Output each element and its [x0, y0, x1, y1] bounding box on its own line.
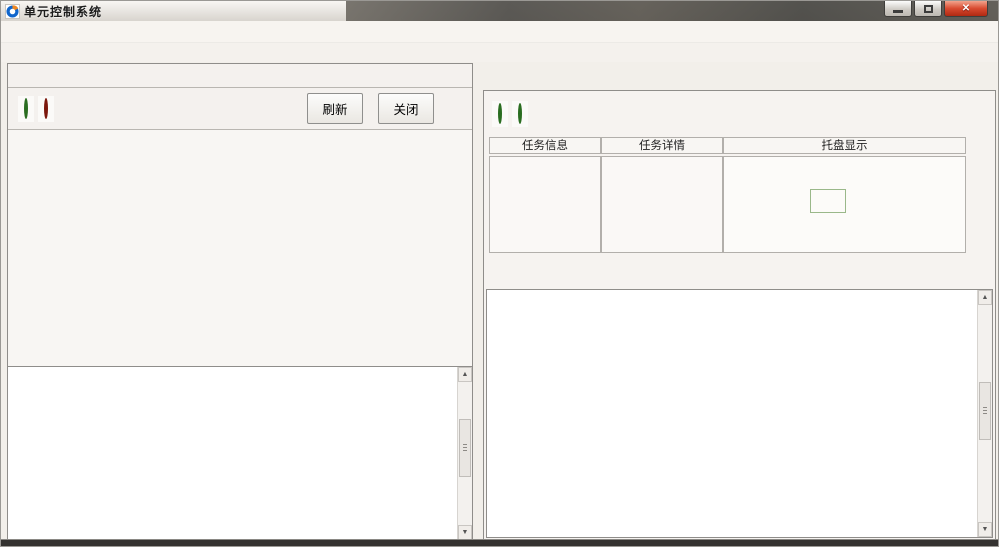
machine-led-card-2: [512, 101, 528, 127]
cell-status-red-card: [38, 96, 54, 122]
refresh-button[interactable]: 刷新: [307, 93, 363, 124]
scroll-up-arrow[interactable]: ▲: [978, 290, 992, 305]
machine-green-led-1: [498, 103, 502, 124]
left-panel-controls: 刷新 关闭: [8, 88, 472, 130]
maximize-icon: [924, 5, 933, 13]
status-bar: [1, 539, 998, 546]
pallet-pedestal-lower: [794, 229, 862, 244]
title-bar: 单元控制系统 ✕: [1, 1, 998, 21]
cell-overview-panel: 刷新 关闭 ▲ ▼: [7, 63, 473, 541]
close-panel-button[interactable]: 关闭: [378, 93, 434, 124]
window-title: 单元控制系统: [24, 3, 102, 20]
machine-panel: 任务信息 任务详情 托盘显示: [483, 63, 996, 541]
cell-status-green-led: [24, 98, 28, 119]
pallet-pedestal-upper: [802, 213, 854, 229]
pallet-display-box: [723, 156, 966, 253]
task-info-header: 任务信息: [489, 137, 601, 154]
task-table-scrollbar[interactable]: ▲ ▼: [977, 290, 992, 537]
maximize-button[interactable]: [914, 1, 942, 17]
task-info-labels-box: [489, 156, 601, 253]
event-log-section: ▲ ▼: [8, 366, 472, 540]
app-window: 单元控制系统 ✕ 刷新 关闭 ▲: [0, 0, 999, 547]
scrollbar-thumb[interactable]: [979, 382, 991, 440]
cell-status-red-led: [44, 98, 48, 119]
close-icon: ✕: [962, 4, 970, 14]
scroll-down-arrow[interactable]: ▼: [458, 525, 472, 540]
pallet-display-header: 托盘显示: [723, 137, 966, 154]
scroll-up-arrow[interactable]: ▲: [458, 367, 472, 382]
machine-green-led-2: [518, 103, 522, 124]
pallet-part-green: [810, 189, 846, 213]
scroll-down-arrow[interactable]: ▼: [978, 522, 992, 537]
close-button[interactable]: ✕: [944, 1, 988, 17]
event-log-scrollbar[interactable]: ▲ ▼: [457, 367, 472, 540]
buffer-station-grid: [8, 130, 472, 366]
task-details-header: 任务详情: [601, 137, 723, 154]
app-icon: [5, 4, 20, 19]
menu-bar: [1, 21, 998, 43]
machine-led-card-1: [492, 101, 508, 127]
left-panel-header-strip: [8, 64, 472, 88]
machine-status-leds: [492, 101, 532, 127]
machine-tab-body: 任务信息 任务详情 托盘显示: [483, 90, 996, 541]
task-info-values-box: [601, 156, 723, 253]
cell-status-green-card: [18, 96, 34, 122]
scrollbar-thumb[interactable]: [459, 419, 471, 477]
minimize-icon: [893, 10, 903, 13]
toolbar-gap: [1, 43, 998, 62]
task-table-section: ▲ ▼: [486, 289, 993, 538]
pallet-graphic: [794, 189, 862, 245]
minimize-button[interactable]: [884, 1, 912, 17]
